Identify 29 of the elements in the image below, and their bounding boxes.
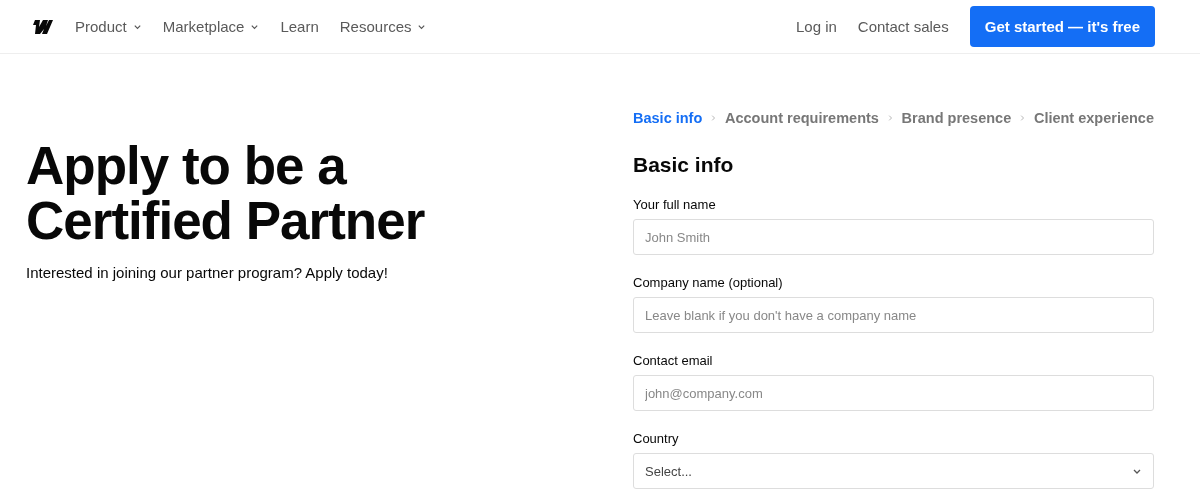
input-field[interactable]: john@company.com	[633, 375, 1154, 411]
page-subtitle: Interested in joining our partner program? Apply today!	[26, 264, 389, 281]
step-link[interactable]: Client experience	[1033, 110, 1154, 126]
nav-link[interactable]: Marketplace	[162, 18, 260, 35]
form-title: Basic info	[633, 153, 735, 177]
country-select[interactable]: Select...	[633, 453, 1154, 489]
input-field[interactable]: Leave blank if you don't have a company name	[633, 297, 1154, 333]
field-label: Contact email	[633, 353, 714, 368]
nav-link[interactable]: Learn	[280, 18, 319, 35]
nav-link[interactable]: Product	[75, 18, 142, 35]
step-link[interactable]: Brand presence	[901, 110, 1012, 126]
input-field[interactable]: John Smith	[633, 219, 1154, 255]
chevron-icon	[1020, 112, 1025, 124]
logo-icon[interactable]	[30, 19, 54, 34]
step-link[interactable]: Basic info	[633, 110, 703, 126]
get-started-button[interactable]: Get started — it's free	[969, 6, 1155, 47]
field-label: Country	[633, 431, 680, 446]
step-link[interactable]: Account requirements	[725, 110, 879, 126]
caret-icon	[250, 22, 260, 31]
page-title: Apply to be a Certified Partner	[26, 138, 426, 248]
field-label: Your full name	[633, 197, 717, 212]
chevron-icon	[711, 112, 716, 124]
caret-icon	[417, 22, 427, 31]
field-label: Company name (optional)	[633, 275, 784, 290]
nav-link[interactable]: Resources	[339, 18, 427, 35]
caret-icon	[132, 22, 142, 31]
contact-sales-link[interactable]: Contact sales	[857, 18, 949, 35]
chevron-icon	[887, 112, 893, 124]
login-link[interactable]: Log in	[795, 18, 837, 35]
